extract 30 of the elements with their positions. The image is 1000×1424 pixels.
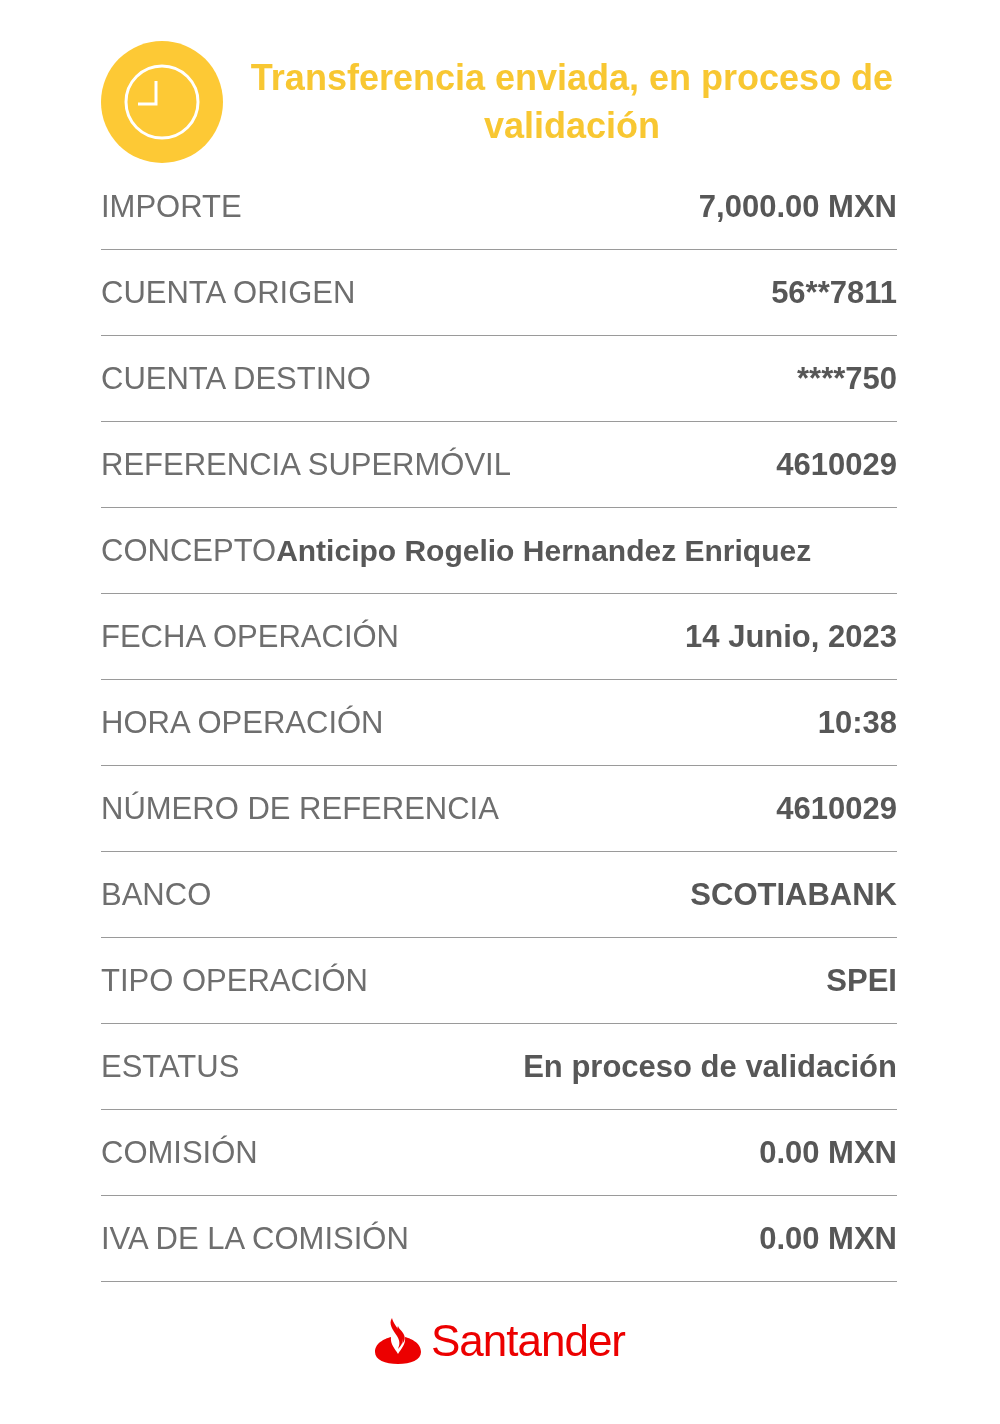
- field-label: REFERENCIA SUPERMÓVIL: [101, 446, 511, 483]
- field-label: CUENTA DESTINO: [101, 360, 371, 397]
- field-label: CUENTA ORIGEN: [101, 274, 356, 311]
- field-value: En proceso de validación: [523, 1048, 897, 1085]
- field-value: ****750: [797, 360, 897, 397]
- status-title: Transferencia enviada, en proceso de validación: [249, 56, 895, 148]
- field-value: 14 Junio, 2023: [685, 618, 897, 655]
- field-value: 4610029: [776, 446, 897, 483]
- field-label: HORA OPERACIÓN: [101, 704, 384, 741]
- field-label: COMISIÓN: [101, 1134, 258, 1171]
- field-label: TIPO OPERACIÓN: [101, 962, 368, 999]
- field-value: 0.00 MXN: [759, 1134, 897, 1171]
- field-label: CONCEPTO: [101, 532, 277, 569]
- field-label: FECHA OPERACIÓN: [101, 618, 399, 655]
- field-value: SCOTIABANK: [690, 876, 897, 913]
- field-value: 56**7811: [771, 274, 897, 311]
- flame-logo-icon: [372, 1316, 423, 1366]
- field-label: BANCO: [101, 876, 212, 913]
- field-label: IMPORTE: [101, 188, 242, 225]
- field-value: 10:38: [817, 704, 897, 741]
- field-label: IVA DE LA COMISIÓN: [101, 1220, 409, 1257]
- field-label: ESTATUS: [101, 1048, 240, 1085]
- field-value: 4610029: [776, 790, 897, 827]
- brand-name: Santander: [430, 1316, 626, 1366]
- clock-icon: [101, 41, 223, 163]
- field-value: SPEI: [826, 962, 897, 999]
- field-label: NÚMERO DE REFERENCIA: [101, 790, 499, 827]
- field-value: Anticipo Rogelio Hernandez Enriquez: [276, 533, 812, 568]
- field-value: 0.00 MXN: [759, 1220, 897, 1257]
- field-value: 7,000.00 MXN: [698, 188, 897, 225]
